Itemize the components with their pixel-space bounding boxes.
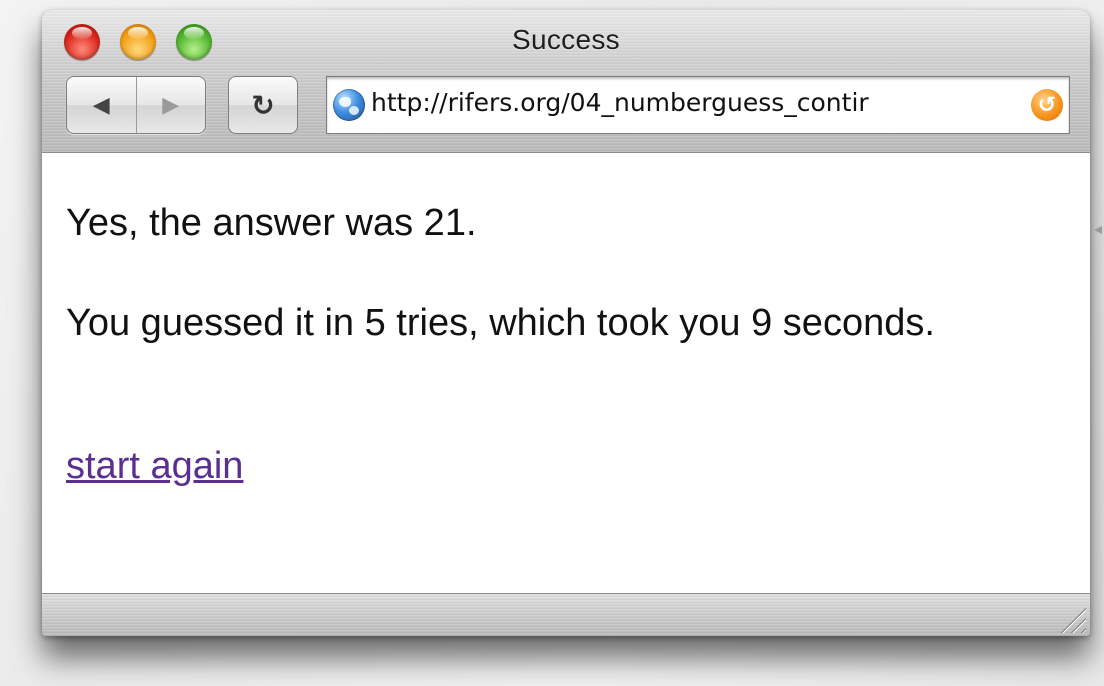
answer-text: Yes, the answer was 21. [66, 202, 477, 244]
globe-icon [333, 89, 365, 121]
navigation-buttons: ◀ ▶ [66, 76, 206, 134]
resize-grip-icon[interactable] [1060, 607, 1086, 633]
back-arrow-icon: ◀ [92, 92, 110, 117]
snapback-icon[interactable]: ↺ [1031, 89, 1063, 121]
forward-button[interactable]: ▶ [135, 77, 206, 133]
address-bar-url[interactable]: http://rifers.org/04_numberguess_contir [371, 88, 1019, 117]
reload-icon: ↻ [251, 89, 275, 121]
window-title: Success [512, 24, 620, 55]
status-bar [42, 593, 1090, 636]
title-bar: Success ◀ ▶ ↻ http://rifers.org/04_numbe… [42, 10, 1090, 153]
forward-arrow-icon: ▶ [162, 92, 180, 117]
reload-button[interactable]: ↻ [228, 76, 298, 134]
start-again-link[interactable]: start again [66, 445, 243, 488]
back-button[interactable]: ◀ [67, 77, 136, 133]
address-bar[interactable]: http://rifers.org/04_numberguess_contir … [326, 76, 1070, 134]
pointer-arrow-icon [1094, 226, 1102, 234]
page-content: Yes, the answer was 21. You guessed it i… [42, 153, 1090, 593]
result-text: You guessed it in 5 tries, which took yo… [66, 302, 935, 344]
browser-window: Success ◀ ▶ ↻ http://rifers.org/04_numbe… [42, 10, 1090, 636]
